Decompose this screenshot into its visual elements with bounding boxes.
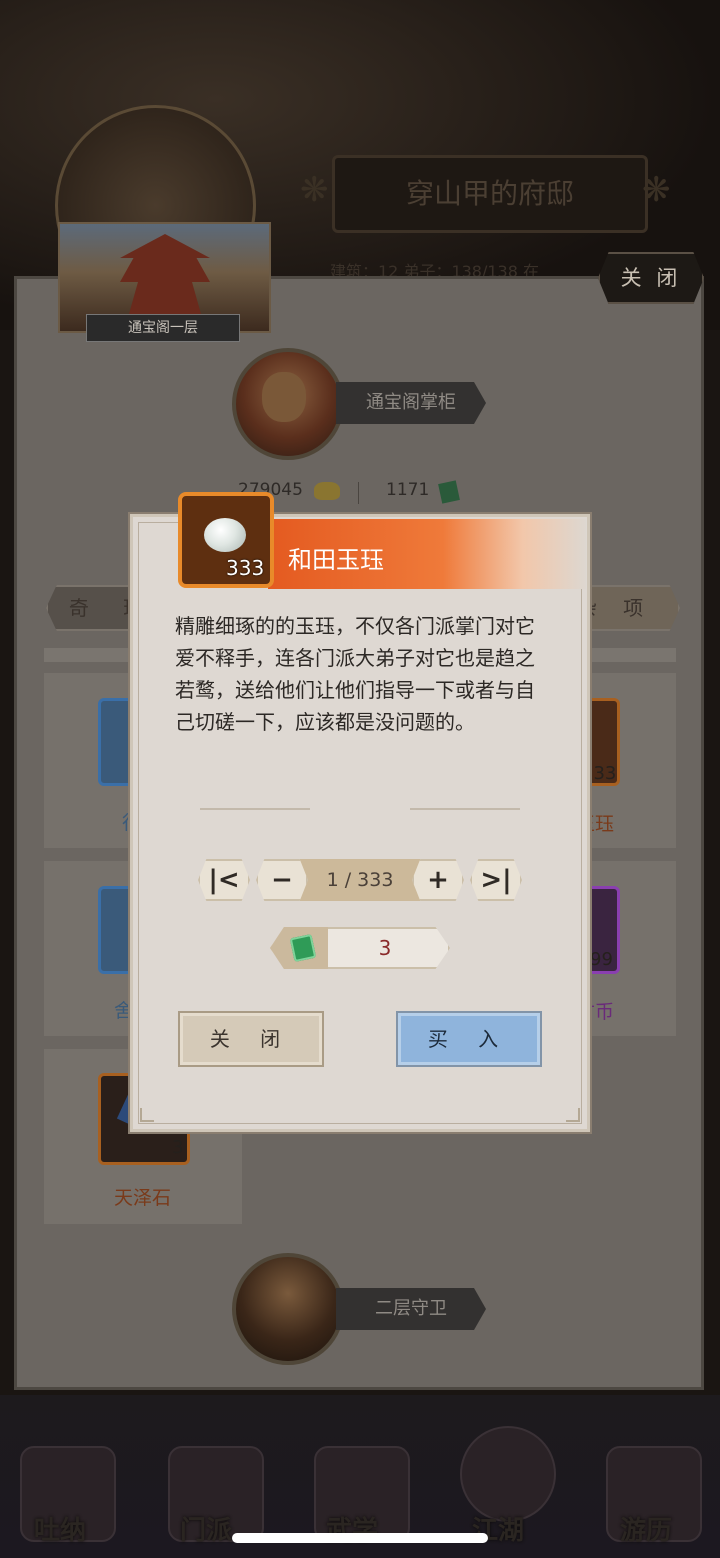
home-indicator[interactable] bbox=[232, 1533, 488, 1543]
shopkeeper-name: 通宝阁掌柜 bbox=[336, 382, 486, 424]
buy-button[interactable]: 买 入 bbox=[396, 1011, 542, 1067]
shopkeeper-face bbox=[262, 372, 306, 422]
qty-min-button[interactable]: |< bbox=[198, 859, 250, 901]
currency-divider bbox=[358, 482, 359, 504]
item-count: 99 bbox=[590, 949, 613, 970]
item-owned-count: 333 bbox=[226, 556, 265, 580]
jade-amount: 1171 bbox=[386, 480, 430, 500]
nav-tuna-label: 吐纳 bbox=[34, 1516, 87, 1546]
modal-close-button[interactable]: 关 闭 bbox=[178, 1011, 324, 1067]
jade-ring-icon bbox=[204, 518, 246, 552]
jade-gem-icon bbox=[289, 933, 317, 963]
corner-ornament-icon bbox=[140, 1108, 154, 1122]
guard-name: 二层守卫 bbox=[336, 1288, 486, 1330]
corner-ornament-icon bbox=[566, 1108, 580, 1122]
qty-minus-button[interactable]: − bbox=[256, 859, 308, 901]
guard-portrait bbox=[232, 1253, 344, 1365]
gold-ingot-icon bbox=[314, 482, 340, 500]
jade-gem-icon bbox=[438, 480, 460, 504]
item-name: 和田玉珏 bbox=[288, 546, 384, 574]
item-count: 3 bbox=[172, 1137, 184, 1158]
top-close-button[interactable]: 关 闭 bbox=[598, 252, 704, 304]
item-description: 精雕细琢的的玉珏，不仅各门派掌门对它爱不释手，连各门派大弟子对它也是趋之若鹜，送… bbox=[175, 614, 535, 734]
ornament-left-icon: ❋ bbox=[300, 170, 329, 210]
building-label: 通宝阁一层 bbox=[86, 314, 240, 342]
divider-right bbox=[410, 808, 520, 810]
item-label: 天泽石 bbox=[114, 1187, 172, 1209]
residence-title: 穿山甲的府邸 bbox=[332, 155, 648, 233]
qty-max-button[interactable]: >| bbox=[470, 859, 522, 901]
nav-jianghu-button[interactable] bbox=[460, 1426, 556, 1522]
qty-plus-button[interactable]: + bbox=[412, 859, 464, 901]
ornament-right-icon: ❋ bbox=[642, 170, 671, 210]
divider-left bbox=[200, 808, 310, 810]
nav-sect-label: 门派 bbox=[180, 1516, 233, 1546]
nav-travel-label: 游历 bbox=[620, 1516, 673, 1546]
pagoda-icon bbox=[120, 234, 210, 314]
price-value: 3 bbox=[378, 936, 392, 960]
